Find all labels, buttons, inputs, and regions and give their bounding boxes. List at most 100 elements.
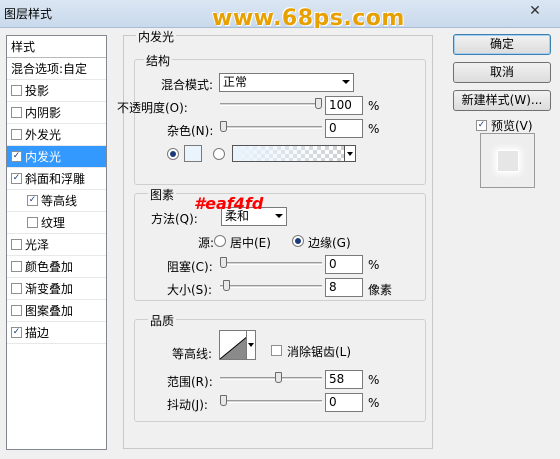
style-item-label: 内阴影	[25, 105, 62, 120]
close-icon[interactable]: ✕	[520, 2, 550, 20]
style-item[interactable]: 渐变叠加	[7, 278, 106, 300]
style-item-label: 等高线	[41, 193, 78, 208]
antialias-label[interactable]: 消除锯齿(L)	[287, 343, 351, 360]
style-item-label: 投影	[25, 83, 50, 98]
styles-header[interactable]: 样式	[7, 36, 106, 58]
antialias-checkbox[interactable]	[271, 345, 282, 356]
opacity-input[interactable]: 100	[325, 96, 363, 115]
style-preview-thumbnail	[497, 150, 519, 172]
range-input[interactable]: 58	[325, 370, 363, 389]
window-title: 图层样式	[4, 7, 53, 21]
opacity-slider-thumb[interactable]	[315, 98, 322, 109]
source-edge-label[interactable]: 边缘(G)	[308, 234, 351, 251]
cancel-button[interactable]: 取消	[453, 62, 551, 83]
chevron-down-icon	[275, 214, 283, 218]
choke-unit: %	[368, 258, 380, 272]
choke-slider-thumb[interactable]	[220, 257, 227, 268]
choke-input[interactable]: 0	[325, 255, 363, 274]
source-center-label[interactable]: 居中(E)	[230, 234, 271, 251]
check-icon[interactable]: ✓	[11, 173, 22, 184]
check-icon[interactable]: ✓	[11, 327, 22, 338]
title-bar: 图层样式 www.68ps.com ✕	[0, 0, 560, 31]
chevron-down-icon[interactable]	[344, 145, 356, 162]
opacity-label: 不透明度(O):	[117, 101, 188, 115]
style-item[interactable]: 图案叠加	[7, 300, 106, 322]
glow-color-swatch[interactable]	[184, 145, 202, 162]
style-item-checkbox[interactable]	[11, 261, 22, 272]
style-item-label: 外发光	[25, 127, 62, 142]
source-edge-radio[interactable]	[292, 235, 304, 247]
style-item[interactable]: 颜色叠加	[7, 256, 106, 278]
style-item[interactable]: 纹理	[7, 212, 106, 234]
style-item[interactable]: 外发光	[7, 124, 106, 146]
style-preview	[480, 133, 535, 188]
preview-label[interactable]: 预览(V)	[491, 117, 533, 134]
quality-title: 品质	[148, 312, 177, 329]
choke-slider[interactable]	[220, 262, 322, 265]
source-label: 源:	[198, 236, 215, 250]
style-item[interactable]: ✓ 内发光	[7, 146, 106, 168]
style-item[interactable]: ✓ 等高线	[7, 190, 106, 212]
size-slider[interactable]	[220, 285, 322, 288]
jitter-input[interactable]: 0	[325, 393, 363, 412]
range-slider-thumb[interactable]	[275, 372, 283, 383]
jitter-unit: %	[368, 396, 380, 410]
opacity-slider[interactable]	[220, 103, 322, 106]
size-slider-thumb[interactable]	[222, 280, 230, 291]
elements-title: 图素	[148, 186, 177, 203]
source-center-radio[interactable]	[214, 235, 226, 247]
noise-label: 杂色(N):	[167, 124, 214, 138]
styles-list: 样式 混合选项:自定 投影 内阴影 外发光 ✓ 内发光 ✓ 斜面和浮雕 ✓ 等高线 纹理 光泽 颜色叠…	[6, 35, 107, 450]
blend-mode-select[interactable]: 正常	[219, 73, 354, 92]
style-item-label: 颜色叠加	[25, 259, 74, 274]
style-item[interactable]: ✓ 描边	[7, 322, 106, 344]
style-item-checkbox[interactable]	[11, 239, 22, 250]
jitter-slider-thumb[interactable]	[220, 395, 227, 406]
panel-title: 内发光	[136, 28, 177, 45]
style-item[interactable]: 投影	[7, 80, 106, 102]
style-item-label: 光泽	[25, 237, 50, 252]
style-item[interactable]: 内阴影	[7, 102, 106, 124]
style-item-label: 描边	[25, 325, 50, 340]
ok-button[interactable]: 确定	[453, 34, 551, 55]
range-slider[interactable]	[220, 377, 322, 380]
chevron-down-icon[interactable]	[246, 330, 256, 360]
noise-input[interactable]: 0	[325, 119, 363, 138]
size-unit: 像素	[368, 283, 393, 297]
color-annotation: #eaf4fd	[194, 194, 264, 213]
style-item-checkbox[interactable]	[11, 305, 22, 316]
size-input[interactable]: 8	[325, 278, 363, 297]
style-item[interactable]: 光泽	[7, 234, 106, 256]
inner-glow-panel: 内发光 结构 混合模式: 正常 不透明度(O): 100 % 杂色(N): 0 …	[117, 28, 433, 449]
blend-options-item[interactable]: 混合选项:自定	[7, 58, 106, 80]
size-label: 大小(S):	[167, 283, 213, 297]
style-item-checkbox[interactable]	[11, 107, 22, 118]
solid-color-radio[interactable]	[167, 148, 179, 160]
dialog-body: 样式 混合选项:自定 投影 内阴影 外发光 ✓ 内发光 ✓ 斜面和浮雕 ✓ 等高线 纹理 光泽 颜色叠…	[0, 28, 560, 459]
check-icon[interactable]: ✓	[11, 151, 22, 162]
opacity-unit: %	[368, 99, 380, 113]
style-item-checkbox[interactable]	[11, 129, 22, 140]
new-style-button[interactable]: 新建样式(W)...	[453, 90, 551, 111]
blend-mode-value: 正常	[223, 75, 248, 89]
preview-checkbox[interactable]: ✓	[476, 120, 487, 131]
range-unit: %	[368, 373, 380, 387]
gradient-radio[interactable]	[213, 148, 225, 160]
contour-label: 等高线:	[172, 347, 213, 361]
noise-slider-thumb[interactable]	[220, 121, 227, 132]
style-item-label: 内发光	[25, 149, 62, 164]
noise-slider[interactable]	[220, 126, 322, 129]
style-item-label: 纹理	[41, 215, 66, 230]
chevron-down-icon	[342, 80, 350, 84]
style-item-checkbox[interactable]	[11, 85, 22, 96]
style-item-checkbox[interactable]	[27, 217, 38, 228]
jitter-label: 抖动(J):	[167, 398, 208, 412]
range-label: 范围(R):	[167, 375, 213, 389]
check-icon[interactable]: ✓	[27, 195, 38, 206]
jitter-slider[interactable]	[220, 400, 322, 403]
gradient-picker[interactable]	[232, 145, 356, 162]
style-item-label: 图案叠加	[25, 303, 74, 318]
blend-mode-label: 混合模式:	[161, 78, 214, 92]
style-item[interactable]: ✓ 斜面和浮雕	[7, 168, 106, 190]
style-item-checkbox[interactable]	[11, 283, 22, 294]
